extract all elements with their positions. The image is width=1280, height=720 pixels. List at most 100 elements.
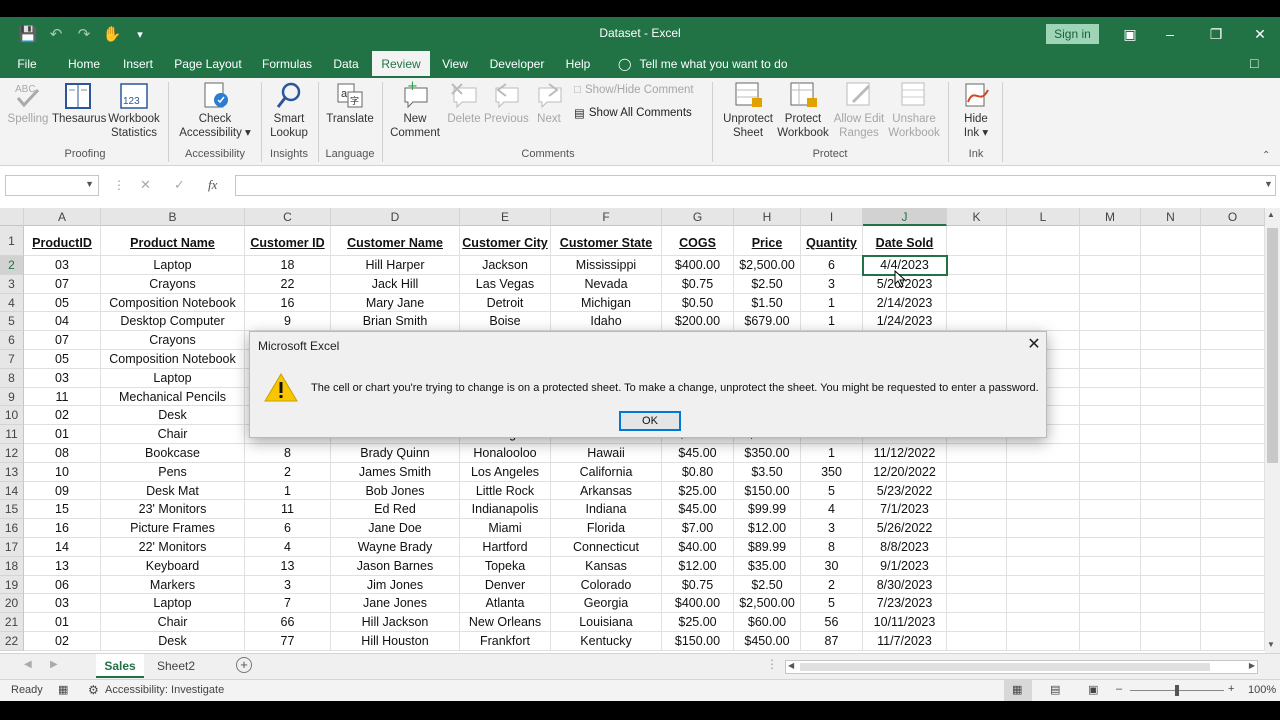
table-cell[interactable]: $40.00 — [662, 538, 734, 557]
table-cell[interactable]: $0.75 — [662, 274, 734, 294]
table-cell[interactable] — [1201, 387, 1265, 407]
table-cell[interactable]: 1 — [801, 293, 863, 313]
table-cell[interactable]: 2 — [801, 575, 863, 595]
select-all-corner[interactable] — [0, 208, 24, 226]
new-comment-button[interactable]: + New Comment — [388, 80, 442, 140]
table-cell[interactable] — [1201, 575, 1265, 595]
column-header-k[interactable]: K — [947, 208, 1007, 226]
table-cell[interactable] — [947, 293, 1007, 313]
row-header[interactable]: 12 — [0, 444, 24, 463]
table-cell[interactable]: 08 — [24, 444, 101, 463]
table-cell[interactable] — [1007, 538, 1080, 557]
scroll-left-icon[interactable]: ◀ — [788, 661, 794, 670]
row-header[interactable]: 11 — [0, 425, 24, 444]
scroll-down-icon[interactable]: ▼ — [1267, 640, 1275, 649]
table-cell[interactable]: $0.80 — [662, 462, 734, 482]
insert-function-icon[interactable]: fx — [208, 177, 217, 193]
tab-review[interactable]: Review — [372, 51, 430, 78]
thesaurus-button[interactable]: Thesaurus — [52, 80, 106, 126]
table-cell[interactable] — [1141, 406, 1201, 426]
column-header-g[interactable]: G — [662, 208, 734, 226]
column-header-i[interactable]: I — [801, 208, 863, 226]
table-cell[interactable] — [1007, 274, 1080, 294]
table-cell[interactable]: Florida — [551, 519, 662, 538]
table-cell[interactable]: Honalooloo — [460, 444, 551, 463]
table-cell[interactable] — [947, 444, 1007, 463]
table-cell[interactable]: $99.99 — [734, 500, 801, 520]
table-cell[interactable]: $1.50 — [734, 293, 801, 313]
close-window-icon[interactable]: ✕ — [1248, 23, 1272, 45]
table-cell[interactable] — [1141, 556, 1201, 576]
table-cell[interactable]: Jane Doe — [331, 519, 460, 538]
restore-icon[interactable]: ❐ — [1204, 23, 1228, 45]
table-cell[interactable] — [1080, 331, 1141, 350]
table-cell[interactable]: 3 — [801, 274, 863, 294]
table-cell[interactable]: 03 — [24, 256, 101, 275]
table-cell[interactable] — [1141, 613, 1201, 632]
table-cell[interactable]: 8/30/2023 — [863, 575, 947, 595]
table-cell[interactable] — [1201, 312, 1265, 332]
table-cell[interactable]: Jackson — [460, 256, 551, 275]
table-cell[interactable]: Indiana — [551, 500, 662, 520]
normal-view-button[interactable]: ▦ — [1004, 680, 1032, 701]
table-cell[interactable] — [1007, 256, 1080, 275]
column-header-c[interactable]: C — [245, 208, 331, 226]
table-cell[interactable] — [947, 575, 1007, 595]
table-cell[interactable] — [1201, 556, 1265, 576]
collapse-ribbon-icon[interactable]: ⌃ — [1262, 150, 1270, 161]
table-cell[interactable]: $200.00 — [662, 312, 734, 332]
table-cell[interactable] — [947, 556, 1007, 576]
table-cell[interactable]: $400.00 — [662, 594, 734, 614]
table-cell[interactable] — [1007, 481, 1080, 501]
table-cell[interactable]: Chair — [101, 425, 245, 444]
table-cell[interactable]: 07 — [24, 274, 101, 294]
next-comment-button[interactable]: Next — [530, 80, 568, 126]
table-cell[interactable] — [1007, 293, 1080, 313]
chevron-down-icon[interactable]: ▼ — [85, 179, 94, 189]
zoom-in-icon[interactable]: + — [1228, 683, 1234, 695]
table-cell[interactable]: 56 — [801, 613, 863, 632]
table-cell[interactable] — [1141, 500, 1201, 520]
table-cell[interactable]: 01 — [24, 425, 101, 444]
table-cell[interactable] — [947, 312, 1007, 332]
header-cell[interactable] — [1201, 226, 1265, 256]
table-cell[interactable]: Bookcase — [101, 444, 245, 463]
table-cell[interactable]: 7 — [245, 594, 331, 614]
header-cell[interactable] — [947, 226, 1007, 256]
table-cell[interactable]: 03 — [24, 594, 101, 614]
column-header-b[interactable]: B — [101, 208, 245, 226]
table-cell[interactable] — [1080, 575, 1141, 595]
table-cell[interactable] — [1201, 274, 1265, 294]
table-cell[interactable]: 09 — [24, 481, 101, 501]
table-cell[interactable] — [947, 274, 1007, 294]
tab-split-handle[interactable]: ⋮ — [766, 657, 778, 671]
table-cell[interactable]: Desk — [101, 406, 245, 426]
table-cell[interactable] — [1201, 331, 1265, 350]
accessibility-status[interactable]: Accessibility: Investigate — [105, 684, 224, 696]
tab-home[interactable]: Home — [60, 51, 108, 78]
horizontal-scrollbar[interactable]: ◀ ▶ — [785, 660, 1258, 674]
tab-insert[interactable]: Insert — [116, 51, 160, 78]
table-cell[interactable] — [1007, 500, 1080, 520]
row-header[interactable]: 4 — [0, 293, 24, 313]
table-cell[interactable]: $0.50 — [662, 293, 734, 313]
touch-mode-icon[interactable]: ✋ — [98, 25, 126, 43]
table-cell[interactable] — [1201, 594, 1265, 614]
table-cell[interactable]: 10 — [24, 462, 101, 482]
tab-developer[interactable]: Developer — [484, 51, 550, 78]
table-cell[interactable] — [1201, 538, 1265, 557]
table-cell[interactable]: 87 — [801, 632, 863, 651]
table-cell[interactable]: Mary Jane — [331, 293, 460, 313]
cancel-entry-icon[interactable]: ✕ — [140, 177, 151, 193]
table-cell[interactable] — [1141, 632, 1201, 651]
table-cell[interactable]: 5 — [801, 481, 863, 501]
row-header[interactable]: 5 — [0, 312, 24, 332]
dialog-close-icon[interactable]: ✕ — [1024, 335, 1044, 355]
row-header[interactable]: 2 — [0, 256, 24, 275]
workbook-statistics-button[interactable]: 123 Workbook Statistics — [106, 80, 162, 140]
table-cell[interactable]: 8 — [245, 444, 331, 463]
tell-me-search[interactable]: ◯ Tell me what you want to do — [618, 51, 788, 78]
table-cell[interactable]: 1/24/2023 — [863, 312, 947, 332]
table-cell[interactable]: Crayons — [101, 274, 245, 294]
table-cell[interactable] — [1141, 444, 1201, 463]
